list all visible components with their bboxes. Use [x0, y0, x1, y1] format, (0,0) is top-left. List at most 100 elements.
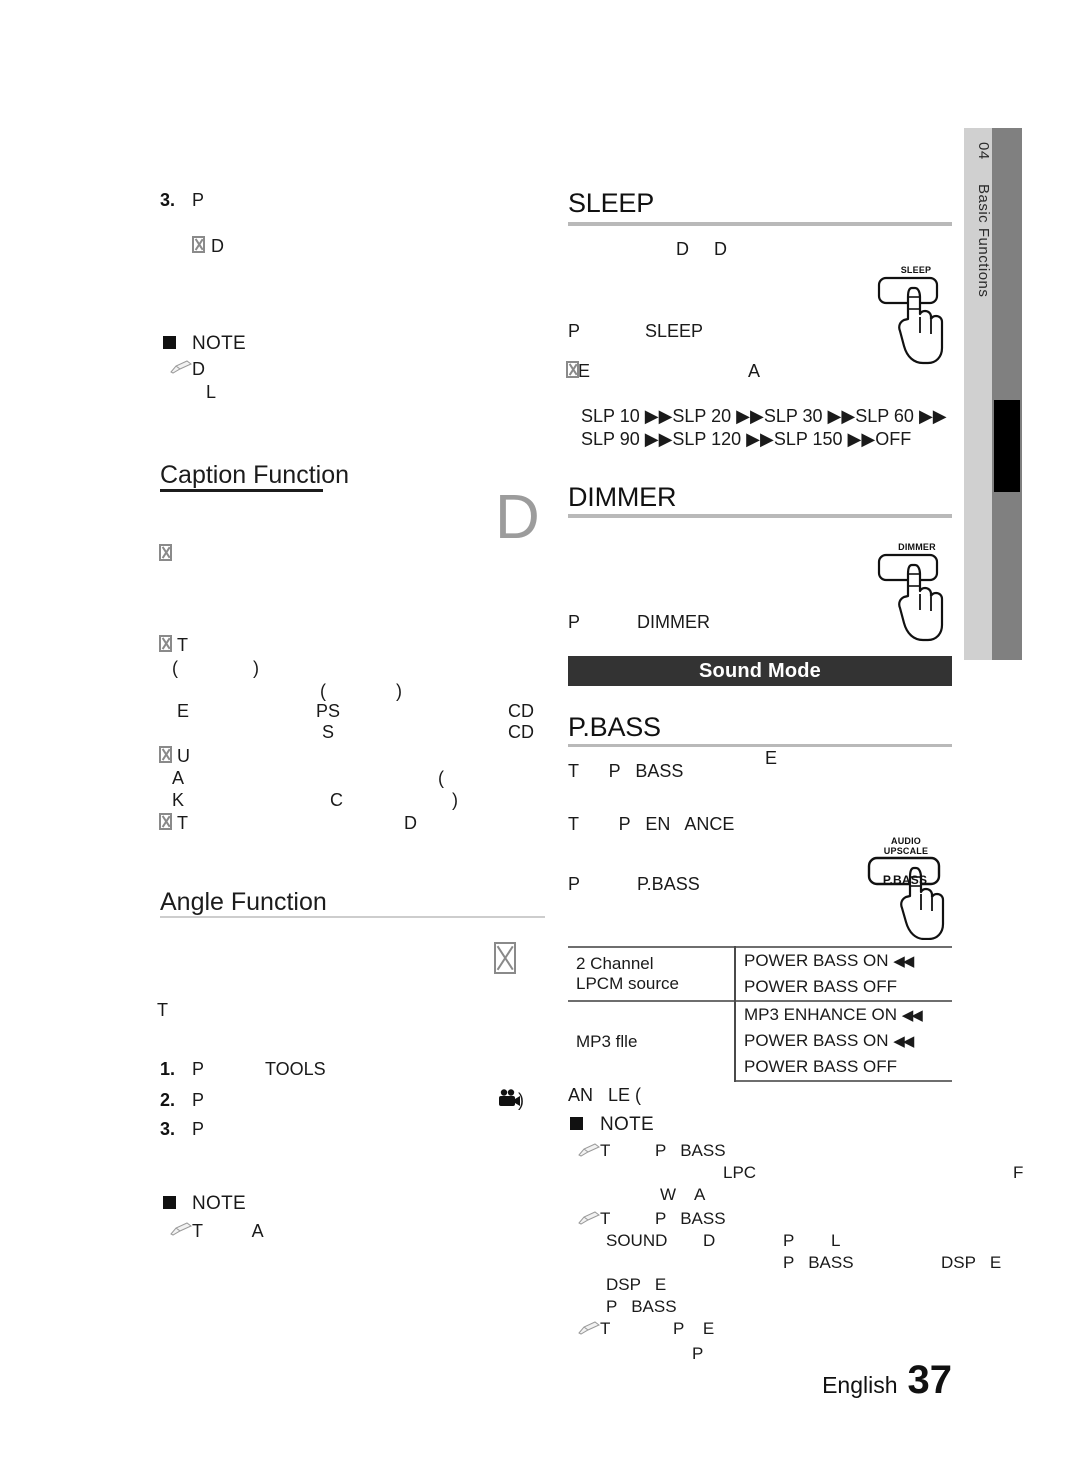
caption-line-3: PS	[316, 701, 341, 721]
sleep-rule	[568, 222, 952, 226]
chapter-title: Basic Functions	[975, 184, 992, 298]
table-cell-value: MP3 ENHANCE ON ◀◀	[735, 1000, 952, 1028]
dimmer-line-b: DIMMER	[637, 612, 710, 632]
rewind-icon: ◀◀	[893, 1033, 914, 1050]
missing-glyph-icon	[159, 813, 172, 830]
table-cell-label: 2 Channel LPCM source	[568, 946, 736, 1001]
page-footer: English 37	[0, 1358, 952, 1403]
pbass-note-7-frag-0: P BASS	[606, 1297, 677, 1316]
caption-line-5: S	[322, 722, 335, 742]
note-bullet-square	[163, 336, 176, 349]
step-3-sub-text: D	[211, 236, 224, 256]
caption-line-9: (	[438, 768, 444, 788]
pbass-line-3a: P	[568, 874, 581, 894]
pbass-heading: P.BASS	[568, 712, 661, 742]
pbass-line-1-e: E	[765, 748, 778, 768]
audio-upscale-caption: AUDIO UPSCALE	[883, 836, 929, 856]
pressing-hand-graphic	[877, 553, 944, 642]
chapter-number: 04	[975, 142, 992, 160]
chapter-side-tab: 04 Basic Functions	[964, 128, 1022, 660]
pbass-line-1: T P BASS	[568, 761, 684, 781]
rewind-icon: ◀◀	[893, 953, 914, 970]
caption-line-12: )	[452, 790, 458, 810]
caption-line-10: K	[172, 790, 185, 810]
pbass-note-0-frag-1: P BASS	[655, 1141, 726, 1160]
pbass-note-4-frag-1: D	[703, 1231, 716, 1250]
step-3-text: P	[192, 190, 205, 210]
angle-step-3-number: 3.	[160, 1119, 176, 1139]
sleep-line-3b: A	[748, 361, 761, 381]
table-value-text: MP3 ENHANCE ON	[744, 1005, 898, 1024]
table-cell-value: POWER BASS OFF	[735, 974, 952, 1001]
dimmer-button-caption: DIMMER	[898, 542, 936, 552]
sleep-line-2a: P	[568, 321, 581, 341]
caption-line-2: E	[177, 701, 190, 721]
caption-function-rule	[160, 489, 323, 492]
sleep-sequence-line-2: SLP 90 ▶▶SLP 120 ▶▶SLP 150 ▶▶OFF	[581, 429, 912, 449]
pressing-hand-graphic	[867, 856, 945, 940]
angle-function-heading: Angle Function	[160, 888, 327, 916]
pencil-icon	[578, 1143, 600, 1157]
dimmer-heading: DIMMER	[568, 482, 677, 512]
caption-line-14: D	[404, 813, 417, 833]
pbass-note-5-frag-1: DSP E	[941, 1253, 1002, 1272]
pbass-button-illustration: AUDIO UPSCALE P.BASS	[866, 836, 962, 940]
caption-function-heading: Caption Function	[160, 461, 350, 489]
sleep-button-caption: SLEEP	[900, 265, 932, 275]
table-cell-value: POWER BASS OFF	[735, 1054, 952, 1082]
angle-step-2-text: P	[192, 1090, 205, 1110]
sound-mode-banner: Sound Mode	[568, 656, 952, 686]
step-3-number: 3.	[160, 190, 176, 210]
pbass-note-2-frag-0: W A	[660, 1185, 706, 1204]
table-cell-label: MP3 flle	[568, 1000, 736, 1081]
sleep-line-2b: SLEEP	[645, 321, 704, 341]
pbass-note-4-frag-3: L	[831, 1231, 841, 1250]
missing-glyph-icon	[192, 236, 205, 253]
pbass-mode-table: 2 Channel LPCM source POWER BASS ON ◀◀ P…	[568, 946, 952, 1082]
table-cell-value: POWER BASS ON ◀◀	[735, 946, 952, 974]
pbass-note-3-frag-1: P BASS	[655, 1209, 726, 1228]
table-cell-label-line: MP3 flle	[576, 1031, 638, 1051]
caption-line-0: ( )	[172, 658, 260, 678]
pencil-icon	[170, 360, 192, 374]
pbass-note-8-frag-1: P E	[673, 1319, 715, 1338]
side-tab-black-marker	[994, 400, 1020, 492]
pbass-line-3b: P.BASS	[637, 874, 700, 894]
pbass-line-2: T P EN ANCE	[568, 814, 735, 834]
pbass-note-6-frag-0: DSP E	[606, 1275, 667, 1294]
sleep-button-illustration: SLEEP	[876, 265, 960, 365]
dimmer-line-a: P	[568, 612, 581, 632]
table-row: 2 Channel LPCM source POWER BASS ON ◀◀	[568, 946, 952, 1001]
dimmer-button-illustration: DIMMER	[876, 542, 960, 642]
caption-line-7: U	[177, 746, 190, 766]
caption-line-11: C	[330, 790, 343, 810]
missing-glyph-icon	[159, 544, 172, 561]
camera-icon	[499, 1089, 520, 1106]
angle-step-2-number: 2.	[160, 1090, 176, 1110]
angle-step-1-number: 1.	[160, 1059, 176, 1079]
angle-step-1-extra: TOOLS	[265, 1059, 326, 1079]
pencil-icon	[578, 1211, 600, 1225]
manual-page: 04 Basic Functions 3. P D NOTE D L Capti…	[0, 0, 1080, 1479]
footer-page-number: 37	[907, 1358, 953, 1402]
angle-step-3-text: P	[192, 1119, 205, 1139]
note-bullet-square	[570, 1117, 583, 1130]
pbass-note-3-frag-0: T	[600, 1209, 611, 1228]
dimmer-rule	[568, 514, 952, 518]
pencil-icon	[578, 1321, 600, 1335]
missing-glyph-icon	[159, 635, 172, 652]
pbass-note-8-frag-0: T	[600, 1319, 611, 1338]
sleep-heading: SLEEP	[568, 188, 655, 218]
pbass-button-label: P.BASS	[882, 873, 928, 887]
caption-line-6: CD	[508, 722, 534, 742]
missing-glyph-icon	[159, 746, 172, 763]
sleep-line-1: D D	[676, 239, 728, 259]
angle-step-2-suffix: )	[518, 1090, 524, 1110]
note-label: NOTE	[192, 333, 246, 354]
table-value-text: POWER BASS ON	[744, 1031, 889, 1050]
pbass-note-4-frag-2: P	[783, 1231, 795, 1250]
pbass-note-0-frag-0: T	[600, 1141, 611, 1160]
note1-line-1: L	[206, 382, 217, 402]
rewind-icon: ◀◀	[901, 1007, 923, 1024]
pressing-hand-graphic	[877, 276, 944, 365]
